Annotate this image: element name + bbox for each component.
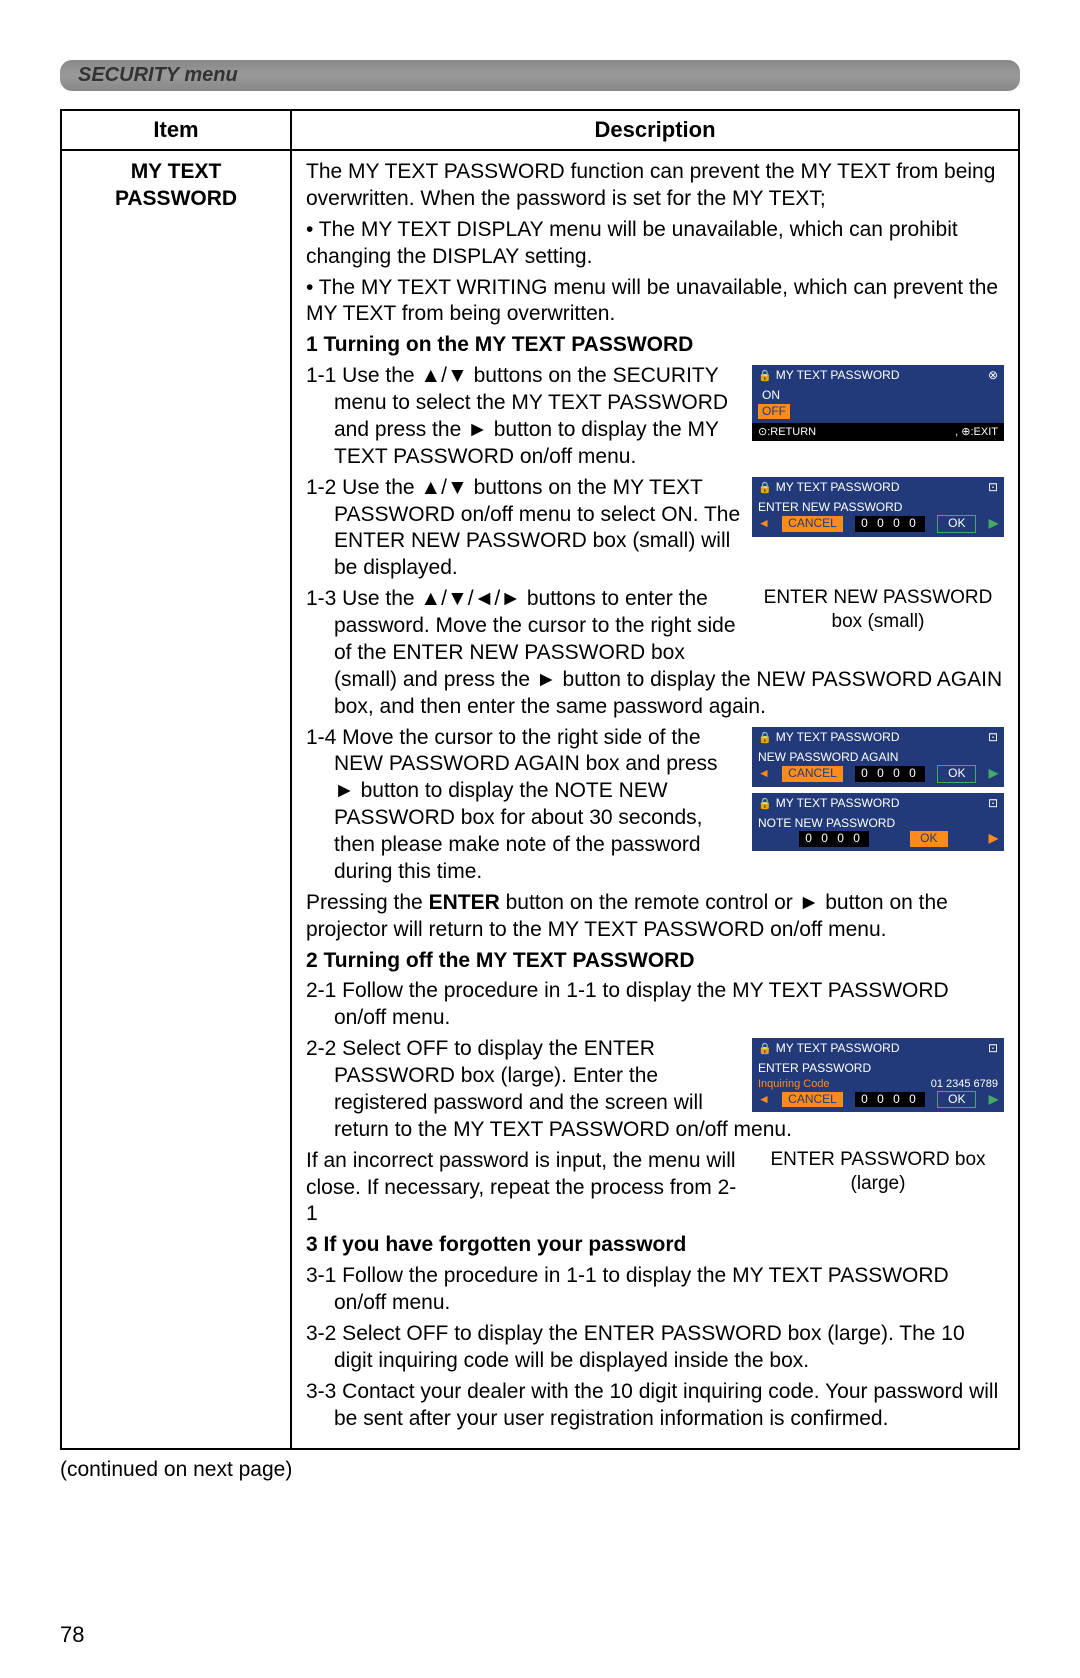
inset-off: OFF [758,404,790,419]
inset-note-new: MY TEXT PASSWORD ⊡ NOTE NEW PASSWORD 0 0… [752,793,1004,851]
inset-on: ON [758,388,998,403]
inset-enter-pw-label: ENTER PASSWORD [758,1061,998,1076]
inset-inquiring-code: 01 2345 6789 [931,1077,998,1091]
inset-digits: 0 0 0 0 [799,831,869,846]
continued-note: (continued on next page) [60,1458,1020,1482]
page-number: 78 [60,1622,1020,1648]
arrow-left-icon: ◄ [758,1092,770,1107]
section3-title: 3 If you have forgotten your password [306,1232,1004,1259]
inset-ok: OK [937,515,976,532]
section1-note: Pressing the ENTER button on the remote … [306,890,1004,944]
inset-title: MY TEXT PASSWORD [776,730,900,745]
inset-new-again-label: NEW PASSWORD AGAIN [758,750,998,765]
section2-title: 2 Turning off the MY TEXT PASSWORD [306,948,1004,975]
arrow-right-icon: ▶ [989,516,998,531]
inset-digits: 0 0 0 0 [855,1092,925,1107]
arrow-right-icon: ▶ [989,1092,998,1107]
close-icon: ⊡ [988,730,998,745]
arrow-left-icon: ◄ [758,516,770,531]
inset-cancel: CANCEL [782,1092,843,1107]
item-name-line1: MY TEXT [131,160,222,183]
inset-onoff: MY TEXT PASSWORD ⊗ ON OFF ⊙:RETURN , ⊕:E… [752,365,1004,441]
section1-title: 1 Turning on the MY TEXT PASSWORD [306,332,1004,359]
caption-enter-new-small: ENTER NEW PASSWORD box (small) [752,586,1004,635]
inset-cancel: CANCEL [782,516,843,531]
col-header-item: Item [61,110,291,150]
lock-icon [758,1041,772,1056]
close-icon: ⊡ [988,480,998,495]
close-icon: ⊗ [988,368,998,383]
inset-ok-orange: OK [910,831,947,846]
inset-title: MY TEXT PASSWORD [776,1041,900,1056]
inset-new-again: MY TEXT PASSWORD ⊡ NEW PASSWORD AGAIN ◄ … [752,727,1004,787]
arrow-right-icon: ▶ [989,766,998,781]
lock-icon [758,368,772,383]
close-icon: ⊡ [988,796,998,811]
inset-inquiring-label: Inquiring Code [758,1077,830,1091]
intro-b1: • The MY TEXT DISPLAY menu will be unava… [306,217,1004,271]
intro-p1: The MY TEXT PASSWORD function can preven… [306,159,1004,213]
step-3-3: 3-3 Contact your dealer with the 10 digi… [306,1379,1004,1433]
col-header-description: Description [291,110,1019,150]
close-icon: ⊡ [988,1041,998,1056]
arrow-left-icon: ◄ [758,766,770,781]
inset-digits: 0 0 0 0 [855,516,925,531]
inset-title: MY TEXT PASSWORD [776,480,900,495]
inset-title: MY TEXT PASSWORD [776,796,900,811]
arrow-right-icon: ▶ [989,831,998,846]
inset-note-new-label: NOTE NEW PASSWORD [758,816,998,831]
inset-exit: , ⊕:EXIT [955,425,998,439]
description-table: Item Description MY TEXT PASSWORD The MY… [60,109,1020,1450]
menu-header: SECURITY menu [60,60,1020,91]
inset-ok: OK [937,1091,976,1108]
intro-b2: • The MY TEXT WRITING menu will be unava… [306,275,1004,329]
item-name-line2: PASSWORD [115,187,237,210]
lock-icon [758,796,772,811]
inset-return: ⊙:RETURN [758,425,816,439]
step-3-2: 3-2 Select OFF to display the ENTER PASS… [306,1321,1004,1375]
lock-icon [758,480,772,495]
step-3-1: 3-1 Follow the procedure in 1-1 to displ… [306,1263,1004,1317]
inset-digits: 0 0 0 0 [855,766,925,781]
inset-enter-new-small: MY TEXT PASSWORD ⊡ ENTER NEW PASSWORD ◄ … [752,477,1004,537]
inset-title: MY TEXT PASSWORD [776,368,900,383]
inset-ok: OK [937,765,976,782]
description-cell: The MY TEXT PASSWORD function can preven… [291,150,1019,1449]
inset-enter-new-label: ENTER NEW PASSWORD [758,500,998,515]
inset-cancel: CANCEL [782,766,843,781]
lock-icon [758,730,772,745]
caption-enter-password-large: ENTER PASSWORD box (large) [752,1148,1004,1197]
step-2-1: 2-1 Follow the procedure in 1-1 to displ… [306,978,1004,1032]
inset-enter-password-large: MY TEXT PASSWORD ⊡ ENTER PASSWORD Inquir… [752,1038,1004,1112]
item-cell: MY TEXT PASSWORD [61,150,291,1449]
